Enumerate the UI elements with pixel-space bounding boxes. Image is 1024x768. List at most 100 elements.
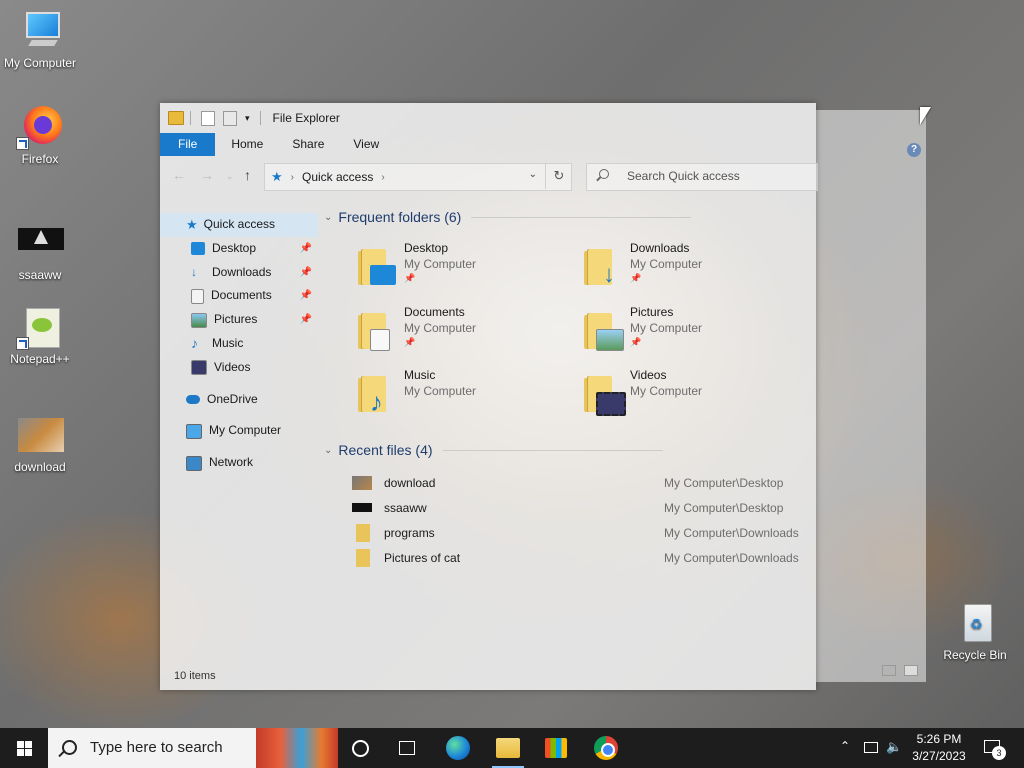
back-arrow-icon[interactable]: ← — [172, 167, 186, 183]
taskbar-search-input[interactable] — [88, 738, 252, 757]
title-bar: ▾ File Explorer — [160, 103, 816, 133]
ribbon-tabs: File Home Share View — [160, 133, 816, 156]
taskbar-search-box[interactable] — [48, 728, 256, 768]
desktop-icon-my-computer[interactable]: My Computer — [0, 10, 80, 70]
divider — [190, 111, 191, 125]
desktop-icon-download[interactable]: download — [0, 414, 80, 474]
desktop-icon-notepadpp[interactable]: Notepad++ — [0, 306, 80, 366]
search-input[interactable] — [625, 168, 809, 184]
taskbar-file-explorer-button[interactable] — [488, 728, 528, 768]
nav-item-onedrive[interactable]: OneDrive — [160, 388, 318, 412]
recent-file-row[interactable]: programs My Computer\Downloads — [350, 522, 800, 546]
new-folder-icon[interactable] — [223, 110, 237, 126]
volume-tray-button[interactable]: 🔈 — [884, 728, 902, 768]
forward-arrow-icon[interactable]: → — [200, 167, 214, 183]
cortana-button[interactable] — [350, 728, 372, 768]
frequent-folders-header[interactable]: ⌄ Frequent folders (6) — [324, 209, 692, 225]
folder-name: Documents — [404, 305, 465, 319]
recent-files-header[interactable]: ⌄ Recent files (4) — [324, 442, 663, 458]
show-hidden-icons-button[interactable]: ⌃ — [838, 728, 854, 768]
image-file-icon — [352, 476, 372, 490]
taskbar-chrome-button[interactable] — [586, 728, 626, 768]
recent-file-row[interactable]: download My Computer\Desktop — [350, 472, 800, 496]
help-icon[interactable]: ? — [907, 143, 921, 157]
chrome-center-icon — [601, 743, 615, 757]
desktop-folder-icon — [191, 242, 205, 256]
clock-date: 3/27/2023 — [912, 749, 966, 763]
folder-name: Pictures — [630, 305, 674, 319]
refresh-button[interactable]: ↻ — [545, 163, 572, 189]
tab-file[interactable]: File — [160, 133, 216, 156]
large-icons-view-icon[interactable] — [904, 665, 918, 676]
cloud-icon — [186, 394, 200, 404]
chevron-up-icon: ⌃ — [840, 739, 851, 753]
chevron-down-icon[interactable]: ⌄ — [529, 169, 537, 180]
taskbar-store-button[interactable] — [537, 728, 577, 768]
folder-tile-documents[interactable]: Documents My Computer 📌 — [358, 305, 568, 361]
download-arrow-icon: ↓ — [191, 264, 197, 279]
up-arrow-icon[interactable]: ↑ — [244, 167, 251, 183]
nav-item-downloads[interactable]: ↓ Downloads 📌 — [160, 261, 318, 285]
nav-label: Videos — [214, 359, 251, 374]
chevron-down-icon: ⌄ — [324, 444, 333, 456]
nav-item-documents[interactable]: Documents 📌 — [160, 284, 318, 308]
address-bar[interactable]: ★ › Quick access › ⌄ — [264, 163, 572, 191]
nav-item-pictures[interactable]: Pictures 📌 — [160, 308, 318, 332]
firefox-icon — [16, 106, 64, 150]
videos-icon — [191, 360, 207, 376]
network-tray-button[interactable] — [862, 728, 880, 768]
desktop-icon-firefox[interactable]: Firefox — [0, 106, 80, 166]
recent-locations-chevron-icon[interactable]: ⌄ — [226, 171, 234, 182]
nav-item-videos[interactable]: Videos — [160, 356, 318, 380]
desktop-icon-recycle-bin[interactable]: ♻ Recycle Bin — [935, 602, 1015, 662]
section-title: Recent files (4) — [338, 442, 433, 458]
search-highlight-image[interactable] — [256, 728, 338, 768]
nav-item-network[interactable]: Network — [160, 451, 318, 475]
properties-icon[interactable] — [201, 110, 215, 126]
customize-toolbar-icon[interactable]: ▾ — [245, 113, 250, 124]
nav-item-music[interactable]: ♪ Music — [160, 332, 318, 356]
folder-icon — [496, 738, 520, 758]
task-view-button[interactable] — [396, 728, 420, 768]
chevron-down-icon: ⌄ — [324, 211, 333, 223]
pin-icon: 📌 — [299, 266, 312, 278]
network-wired-icon — [864, 742, 878, 753]
tab-share[interactable]: Share — [276, 133, 337, 156]
clock[interactable]: 5:26 PM 3/27/2023 — [905, 731, 973, 765]
chevron-right-icon[interactable]: › — [381, 172, 384, 183]
documents-icon — [191, 288, 204, 304]
taskbar: ⌃ 🔈 5:26 PM 3/27/2023 3 — [0, 728, 1024, 768]
notification-center-button[interactable]: 3 — [980, 728, 1016, 768]
file-name: Pictures of cat — [384, 551, 461, 565]
desktop-icon-ssaaww[interactable]: ssaaww — [0, 222, 80, 282]
folder-tile-pictures[interactable]: Pictures My Computer 📌 — [584, 305, 794, 361]
details-view-icon[interactable] — [882, 665, 896, 676]
nav-item-quick-access[interactable]: ★ Quick access — [160, 213, 318, 237]
search-icon — [599, 169, 609, 179]
desktop-icon-label: Recycle Bin — [943, 648, 1007, 662]
taskbar-edge-button[interactable] — [438, 728, 478, 768]
nav-item-my-computer[interactable]: My Computer — [160, 419, 318, 443]
folder-tile-desktop[interactable]: Desktop My Computer 📌 — [358, 241, 568, 297]
recent-file-row[interactable]: ssaaww My Computer\Desktop — [350, 497, 800, 521]
folder-app-icon — [168, 111, 184, 125]
quick-access-star-icon: ★ — [271, 169, 283, 184]
folder-tile-downloads[interactable]: ↓ Downloads My Computer 📌 — [584, 241, 794, 297]
desktop-icon-label: My Computer — [3, 56, 77, 70]
section-title: Frequent folders (6) — [338, 209, 462, 225]
clock-time: 5:26 PM — [916, 732, 962, 746]
music-note-icon: ♪ — [191, 334, 198, 351]
windows-logo-icon — [17, 741, 32, 756]
nav-item-desktop[interactable]: Desktop 📌 — [160, 237, 318, 261]
folder-location: My Computer — [630, 321, 703, 335]
pictures-folder-icon — [584, 311, 624, 351]
videos-folder-icon — [584, 374, 626, 416]
folder-tile-music[interactable]: ♪ Music My Computer — [358, 368, 568, 424]
music-folder-icon: ♪ — [358, 374, 392, 415]
tab-view[interactable]: View — [337, 133, 392, 156]
folder-tile-videos[interactable]: Videos My Computer — [584, 368, 794, 424]
tab-home[interactable]: Home — [215, 133, 276, 156]
recent-file-row[interactable]: Pictures of cat My Computer\Downloads — [350, 547, 800, 571]
search-box[interactable] — [586, 163, 818, 191]
start-button[interactable] — [0, 728, 48, 768]
